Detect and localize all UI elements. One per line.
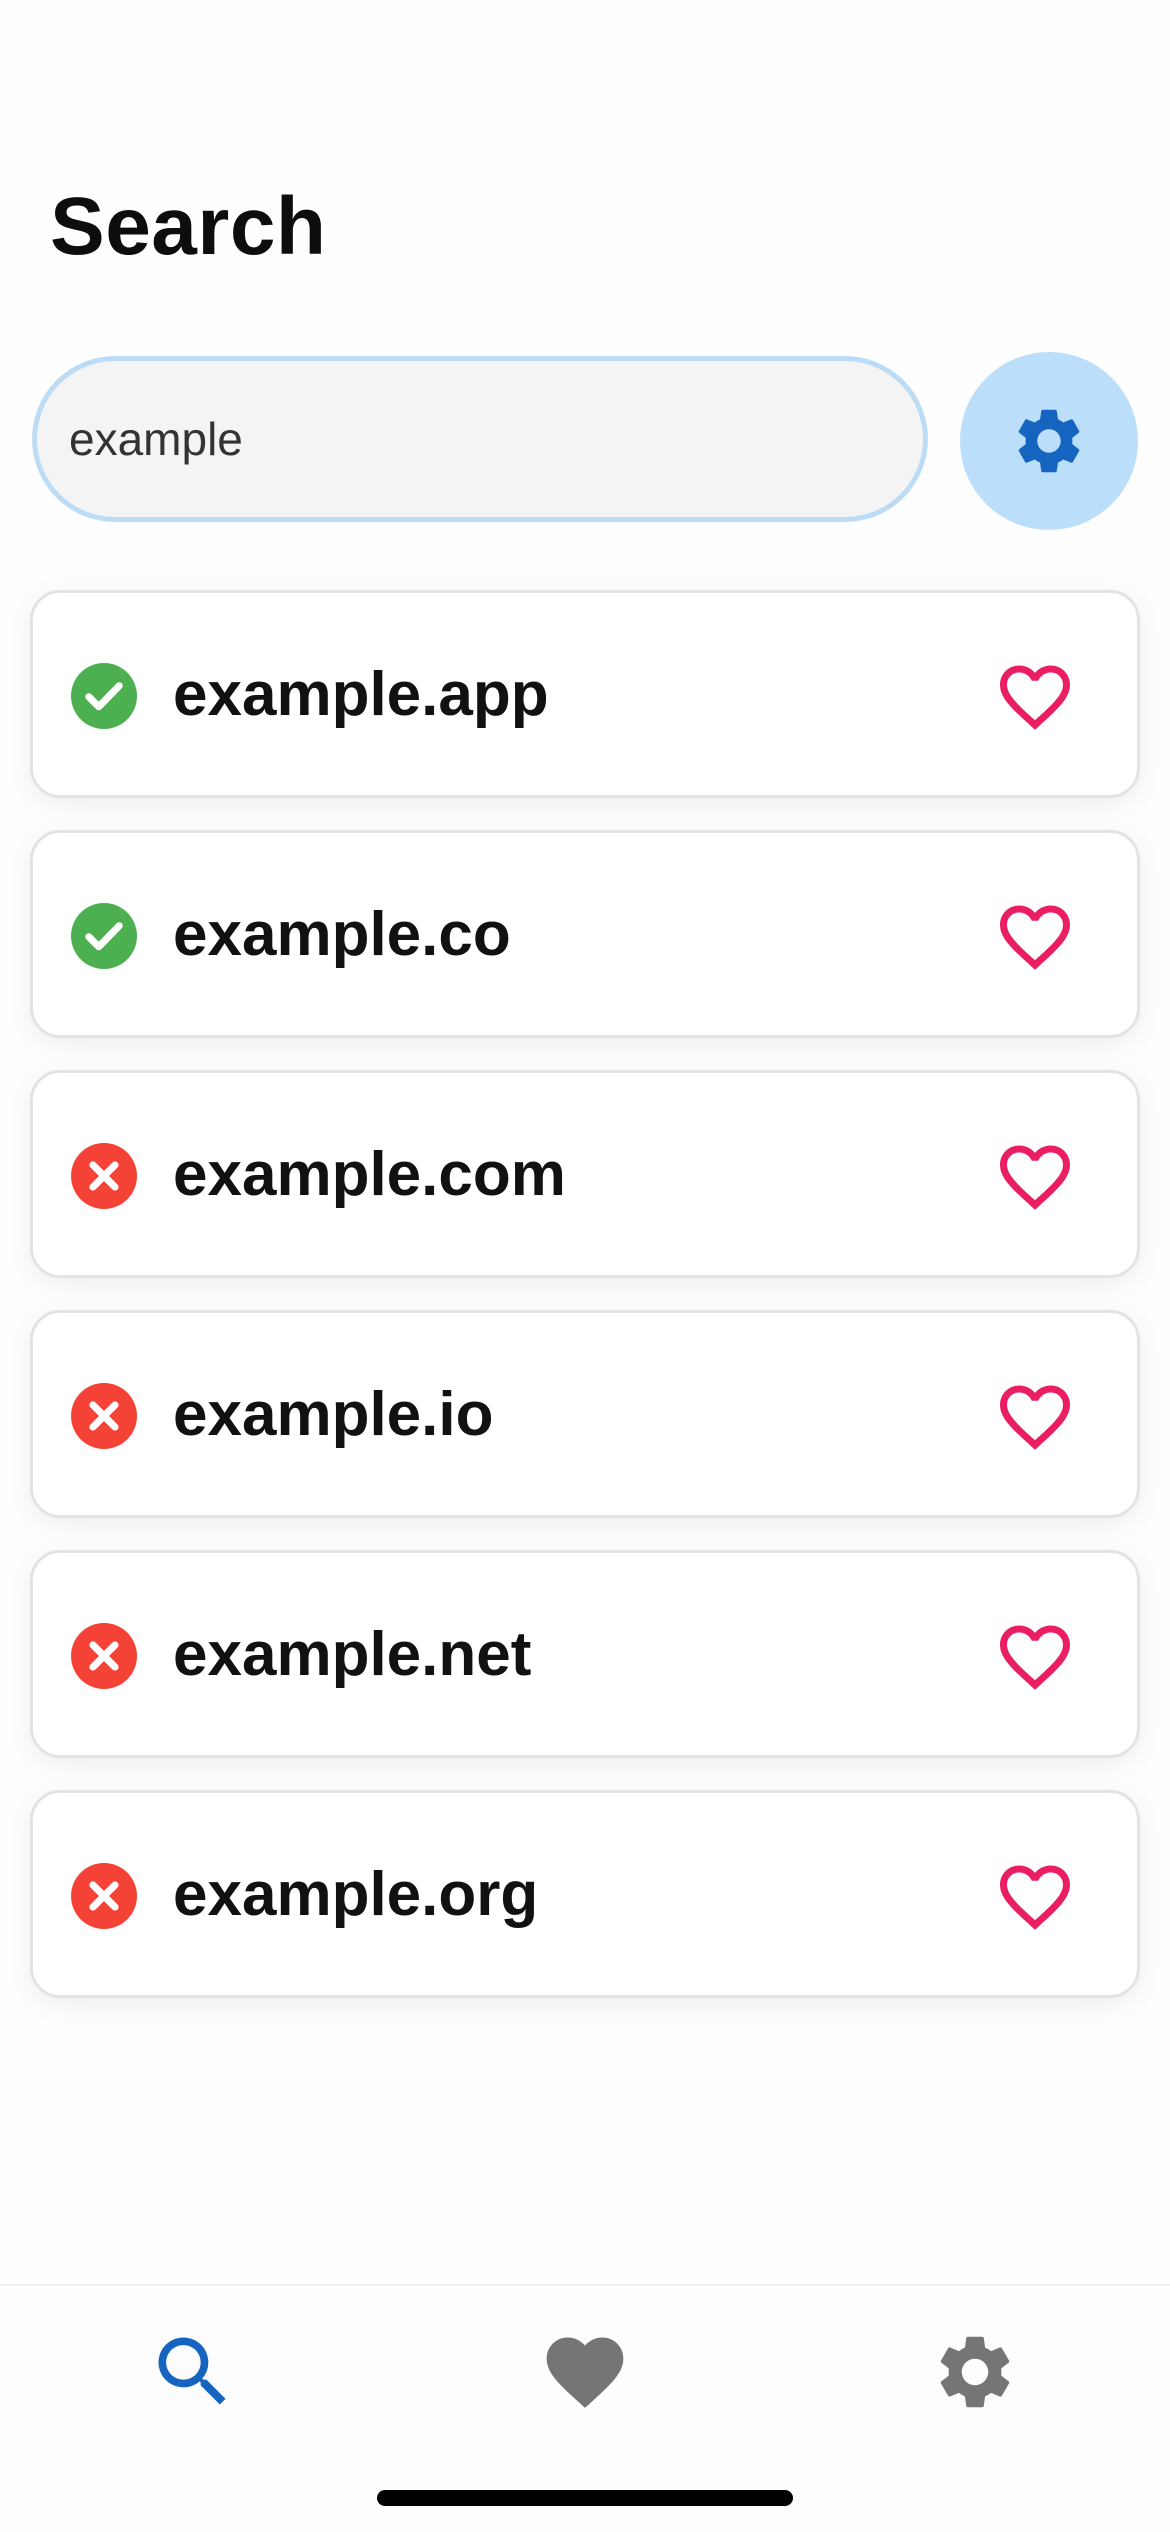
heart-outline-icon — [1000, 1385, 1070, 1450]
x-circle-icon — [71, 1143, 137, 1209]
result-card[interactable]: example.net — [30, 1550, 1140, 1758]
x-circle-icon — [71, 1383, 137, 1449]
nav-search-tab[interactable] — [133, 2322, 253, 2422]
x-circle-icon — [71, 1863, 137, 1929]
domain-name: example.org — [173, 1860, 539, 1929]
nav-settings-tab[interactable] — [915, 2322, 1035, 2422]
gear-icon — [940, 2336, 1010, 2408]
heart-outline-icon — [1000, 1865, 1070, 1930]
results-list: example.app example.co example.com example.… — [30, 590, 1140, 2030]
favorite-button[interactable] — [993, 655, 1077, 739]
gear-icon — [1018, 409, 1080, 473]
heart-outline-icon — [1000, 1625, 1070, 1690]
result-card[interactable]: example.co — [30, 830, 1140, 1038]
heart-outline-icon — [1000, 665, 1070, 730]
domain-name: example.app — [173, 660, 549, 729]
search-row — [32, 352, 1138, 532]
check-circle-icon — [71, 663, 137, 729]
result-card[interactable]: example.app — [30, 590, 1140, 798]
favorite-button[interactable] — [993, 1135, 1077, 1219]
heart-outline-icon — [1000, 905, 1070, 970]
check-circle-icon — [71, 903, 137, 969]
search-settings-button[interactable] — [960, 352, 1138, 530]
domain-name: example.co — [173, 900, 511, 969]
heart-outline-icon — [1000, 1145, 1070, 1210]
domain-name: example.io — [173, 1380, 494, 1449]
result-card[interactable]: example.com — [30, 1070, 1140, 1278]
page-title: Search — [50, 181, 327, 272]
heart-icon — [546, 2337, 624, 2408]
result-card[interactable]: example.org — [30, 1790, 1140, 1998]
favorite-button[interactable] — [993, 1375, 1077, 1459]
nav-favorites-tab[interactable] — [525, 2322, 645, 2422]
domain-name: example.com — [173, 1140, 566, 1209]
x-circle-icon — [71, 1623, 137, 1689]
favorite-button[interactable] — [993, 895, 1077, 979]
result-card[interactable]: example.io — [30, 1310, 1140, 1518]
domain-name: example.net — [173, 1620, 532, 1689]
favorite-button[interactable] — [993, 1615, 1077, 1699]
search-icon — [158, 2337, 226, 2405]
home-indicator — [377, 2490, 793, 2506]
search-input[interactable] — [32, 356, 928, 522]
screen: Search example.appexample.coexample.come… — [0, 0, 1170, 2532]
favorite-button[interactable] — [993, 1855, 1077, 1939]
